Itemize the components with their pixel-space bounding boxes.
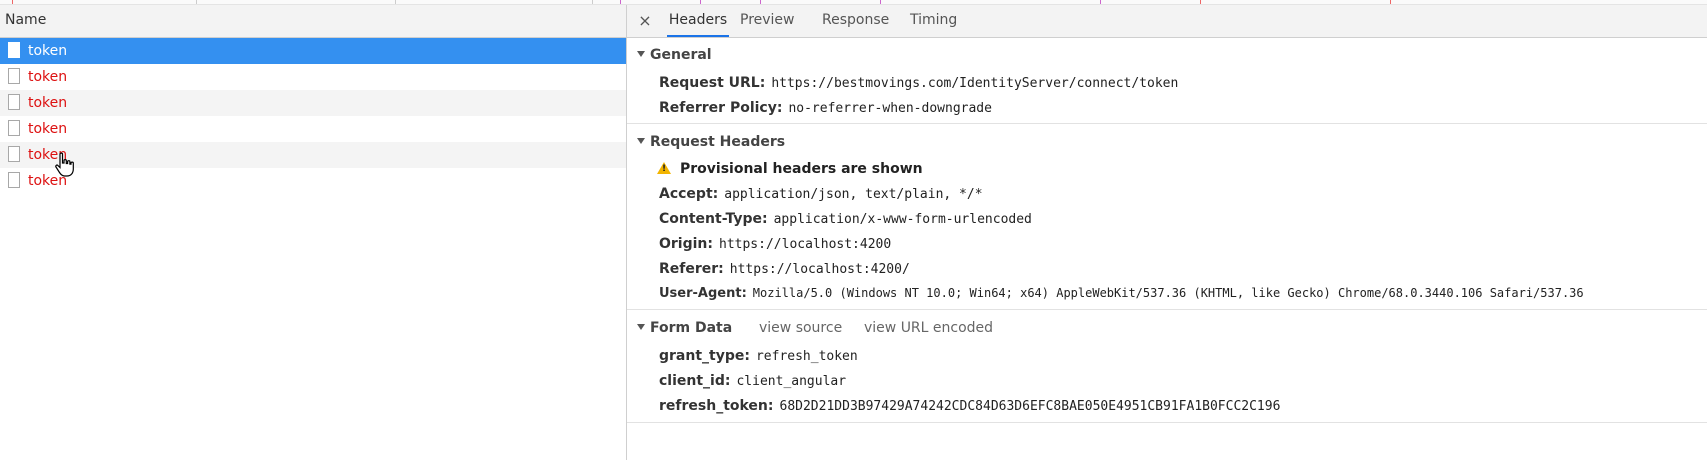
tab-headers[interactable]: Headers xyxy=(667,5,729,37)
field-value: application/json, text/plain, */* xyxy=(724,187,983,202)
header-field: User-Agent: Mozilla/5.0 (Windows NT 10.0;… xyxy=(659,286,1584,301)
file-icon xyxy=(8,146,20,162)
section-title: General xyxy=(650,47,712,63)
request-row[interactable]: token xyxy=(0,142,626,168)
section-divider xyxy=(627,422,1707,423)
section-title: Request Headers xyxy=(650,134,786,150)
header-field: Referer: https://localhost:4200/ xyxy=(659,261,910,277)
timeline-tick xyxy=(395,0,396,4)
field-value: no-referrer-when-downgrade xyxy=(788,101,992,116)
view-source-link[interactable]: view source xyxy=(759,320,842,336)
hand-cursor-icon xyxy=(55,152,74,177)
close-icon[interactable]: × xyxy=(637,11,653,31)
general-field: Request URL: https://bestmovings.com/Iden… xyxy=(659,75,1178,91)
field-key: Referrer Policy: xyxy=(659,100,783,116)
request-row[interactable]: token xyxy=(0,168,626,194)
field-key: Request URL: xyxy=(659,75,766,91)
file-icon xyxy=(8,42,20,58)
timeline-tick xyxy=(1100,0,1101,4)
field-key: User-Agent: xyxy=(659,286,747,301)
field-key: Origin: xyxy=(659,236,713,252)
field-value: application/x-www-form-urlencoded xyxy=(773,212,1032,227)
request-name: token xyxy=(28,69,68,85)
form-data-section-header[interactable]: Form Data xyxy=(637,320,732,336)
field-key: Accept: xyxy=(659,186,719,202)
field-value: 68D2D21DD3B97429A74242CDC84D63D6EFC8BAE0… xyxy=(779,399,1281,414)
field-value: https://bestmovings.com/IdentityServer/c… xyxy=(771,76,1179,91)
timeline-tick xyxy=(12,0,13,4)
warning-text: Provisional headers are shown xyxy=(680,161,923,177)
request-headers-section-header[interactable]: Request Headers xyxy=(637,134,785,150)
form-field: refresh_token: 68D2D21DD3B97429A74242CDC8… xyxy=(659,398,1280,414)
collapse-triangle-icon xyxy=(637,324,645,330)
timeline-tick xyxy=(196,0,197,4)
header-field: Content-Type: application/x-www-form-urle… xyxy=(659,211,1032,227)
request-row[interactable]: token xyxy=(0,90,626,116)
name-column-header[interactable]: Name xyxy=(0,5,626,38)
file-icon xyxy=(8,94,20,110)
general-field: Referrer Policy: no-referrer-when-downgra… xyxy=(659,100,992,116)
field-value: refresh_token xyxy=(755,349,858,364)
timeline-tick xyxy=(620,0,621,4)
timeline-tick xyxy=(1200,0,1201,4)
timeline-tick xyxy=(592,0,593,4)
file-icon xyxy=(8,172,20,188)
request-name: token xyxy=(28,43,68,59)
field-key: Content-Type: xyxy=(659,211,768,227)
timeline-tick xyxy=(880,0,881,4)
request-row[interactable]: token xyxy=(0,38,626,64)
tab-timing[interactable]: Timing xyxy=(910,5,957,37)
file-icon xyxy=(8,68,20,84)
collapse-triangle-icon xyxy=(637,138,645,144)
request-name: token xyxy=(28,121,68,137)
request-list-pane: Name token token token token token token xyxy=(0,5,627,460)
form-field: grant_type: refresh_token xyxy=(659,348,858,364)
general-section-header[interactable]: General xyxy=(637,47,712,63)
request-name: token xyxy=(28,95,68,111)
warning-icon: ! xyxy=(657,162,671,174)
timeline-tick xyxy=(700,0,701,4)
timeline-tick xyxy=(760,0,761,4)
field-key: client_id: xyxy=(659,373,731,389)
timeline-tick xyxy=(1390,0,1391,4)
collapse-triangle-icon xyxy=(637,51,645,57)
request-row[interactable]: token xyxy=(0,116,626,142)
header-field: Origin: https://localhost:4200 xyxy=(659,236,891,252)
tab-preview[interactable]: Preview xyxy=(740,5,795,37)
field-value: Mozilla/5.0 (Windows NT 10.0; Win64; x64… xyxy=(752,286,1584,300)
provisional-headers-warning: ! Provisional headers are shown xyxy=(657,161,923,177)
request-row[interactable]: token xyxy=(0,64,626,90)
section-divider xyxy=(627,309,1707,310)
file-icon xyxy=(8,120,20,136)
field-value: client_angular xyxy=(736,374,847,389)
tab-response[interactable]: Response xyxy=(822,5,889,37)
header-field: Accept: application/json, text/plain, */* xyxy=(659,186,983,202)
view-url-encoded-link[interactable]: view URL encoded xyxy=(864,320,993,336)
section-title: Form Data xyxy=(650,320,733,336)
field-key: refresh_token: xyxy=(659,398,774,414)
request-details-pane: × Headers Preview Response Timing Genera… xyxy=(627,5,1707,460)
field-key: Referer: xyxy=(659,261,724,277)
form-field: client_id: client_angular xyxy=(659,373,846,389)
section-divider xyxy=(627,123,1707,124)
field-value: https://localhost:4200/ xyxy=(729,262,910,277)
field-key: grant_type: xyxy=(659,348,750,364)
field-value: https://localhost:4200 xyxy=(719,237,892,252)
details-tabbar: × Headers Preview Response Timing xyxy=(627,5,1707,38)
